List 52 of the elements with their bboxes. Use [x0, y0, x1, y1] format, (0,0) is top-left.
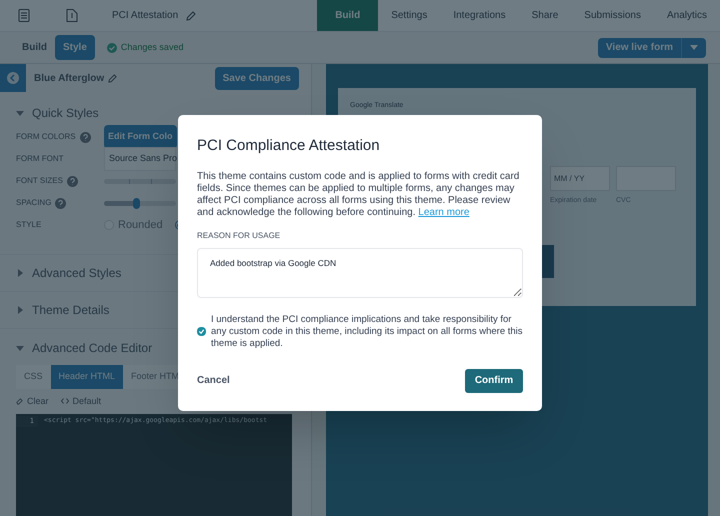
section-title[interactable]: Theme Details: [32, 301, 110, 319]
learn-more-link[interactable]: Learn more: [418, 206, 470, 218]
cancel-button[interactable]: Cancel: [197, 373, 230, 388]
save-status: Changes saved: [120, 40, 184, 54]
view-live-form-button[interactable]: View live form: [598, 38, 706, 58]
font-size-track: [104, 178, 176, 184]
section-title[interactable]: Advanced Code Editor: [32, 339, 152, 357]
code-icon: [60, 398, 69, 404]
mode-tab[interactable]: Style: [55, 35, 95, 60]
check-circle-icon: [106, 42, 117, 52]
confirm-button[interactable]: Confirm: [465, 368, 523, 392]
editor-action-link[interactable]: Clear: [16, 394, 49, 408]
document-icon[interactable]: [66, 9, 78, 22]
code-tab[interactable]: Header HTML: [50, 365, 124, 388]
nav-tab[interactable]: Share: [518, 0, 572, 31]
acknowledge-text: I understand the PCI compliance implications and take responsibility for any custom code in this theme, including its impact on all forms where this theme is applied.: [211, 314, 523, 350]
document-list-icon[interactable]: [18, 9, 30, 22]
radio-label: Rounded: [118, 218, 163, 233]
setting-label: FORM FONT: [16, 153, 64, 165]
font-select[interactable]: Source Sans Pro: [104, 147, 176, 171]
caret-down-icon[interactable]: [690, 45, 698, 50]
editor-action-link[interactable]: Default: [60, 394, 102, 408]
setting-label: FORM COLORS: [16, 131, 76, 143]
slider-thumb[interactable]: [133, 198, 140, 208]
setting-label: FONT SIZES: [16, 175, 63, 187]
eraser-icon: [16, 398, 23, 405]
save-changes-button[interactable]: Save Changes: [214, 66, 299, 90]
edit-colors-button[interactable]: Edit Form Colo: [104, 125, 176, 149]
form-title: PCI Attestation: [112, 9, 178, 23]
nav-tab[interactable]: Analytics: [654, 0, 720, 31]
pencil-icon[interactable]: [186, 10, 196, 20]
spacing-slider[interactable]: [104, 200, 176, 206]
nav-tab[interactable]: Settings: [378, 0, 440, 31]
nav-tab[interactable]: Integrations: [440, 0, 519, 31]
setting-label: SPACING: [16, 197, 52, 209]
dialog-message: This theme contains custom code and is applied to forms with credit card fields. Since themes can be applied to multiple forms, any changes may affect PCI compliance across all forms using this theme. Please review and acknowledge the following before continuing. Learn more: [197, 170, 520, 218]
section-title[interactable]: Advanced Styles: [32, 264, 122, 282]
nav-tab[interactable]: Build: [317, 0, 378, 31]
check-icon: [198, 328, 205, 335]
code-tab[interactable]: CSS: [16, 365, 51, 388]
mode-tab[interactable]: Build: [14, 35, 55, 60]
back-button[interactable]: [0, 64, 26, 92]
dialog-title: PCI Compliance Attestation: [197, 136, 381, 156]
setting-label: STYLE: [16, 219, 42, 231]
field-label: REASON FOR USAGE: [197, 230, 282, 242]
acknowledge-checkbox[interactable]: [197, 327, 206, 336]
card-field[interactable]: MM / YY: [550, 166, 610, 191]
theme-name: Blue Afterglow: [34, 72, 104, 86]
section-title[interactable]: Quick Styles: [32, 104, 99, 122]
reason-field[interactable]: Added bootstrap via Google CDN: [197, 248, 523, 298]
nav-tab[interactable]: Submissions: [571, 0, 654, 31]
pencil-icon[interactable]: [108, 74, 118, 82]
